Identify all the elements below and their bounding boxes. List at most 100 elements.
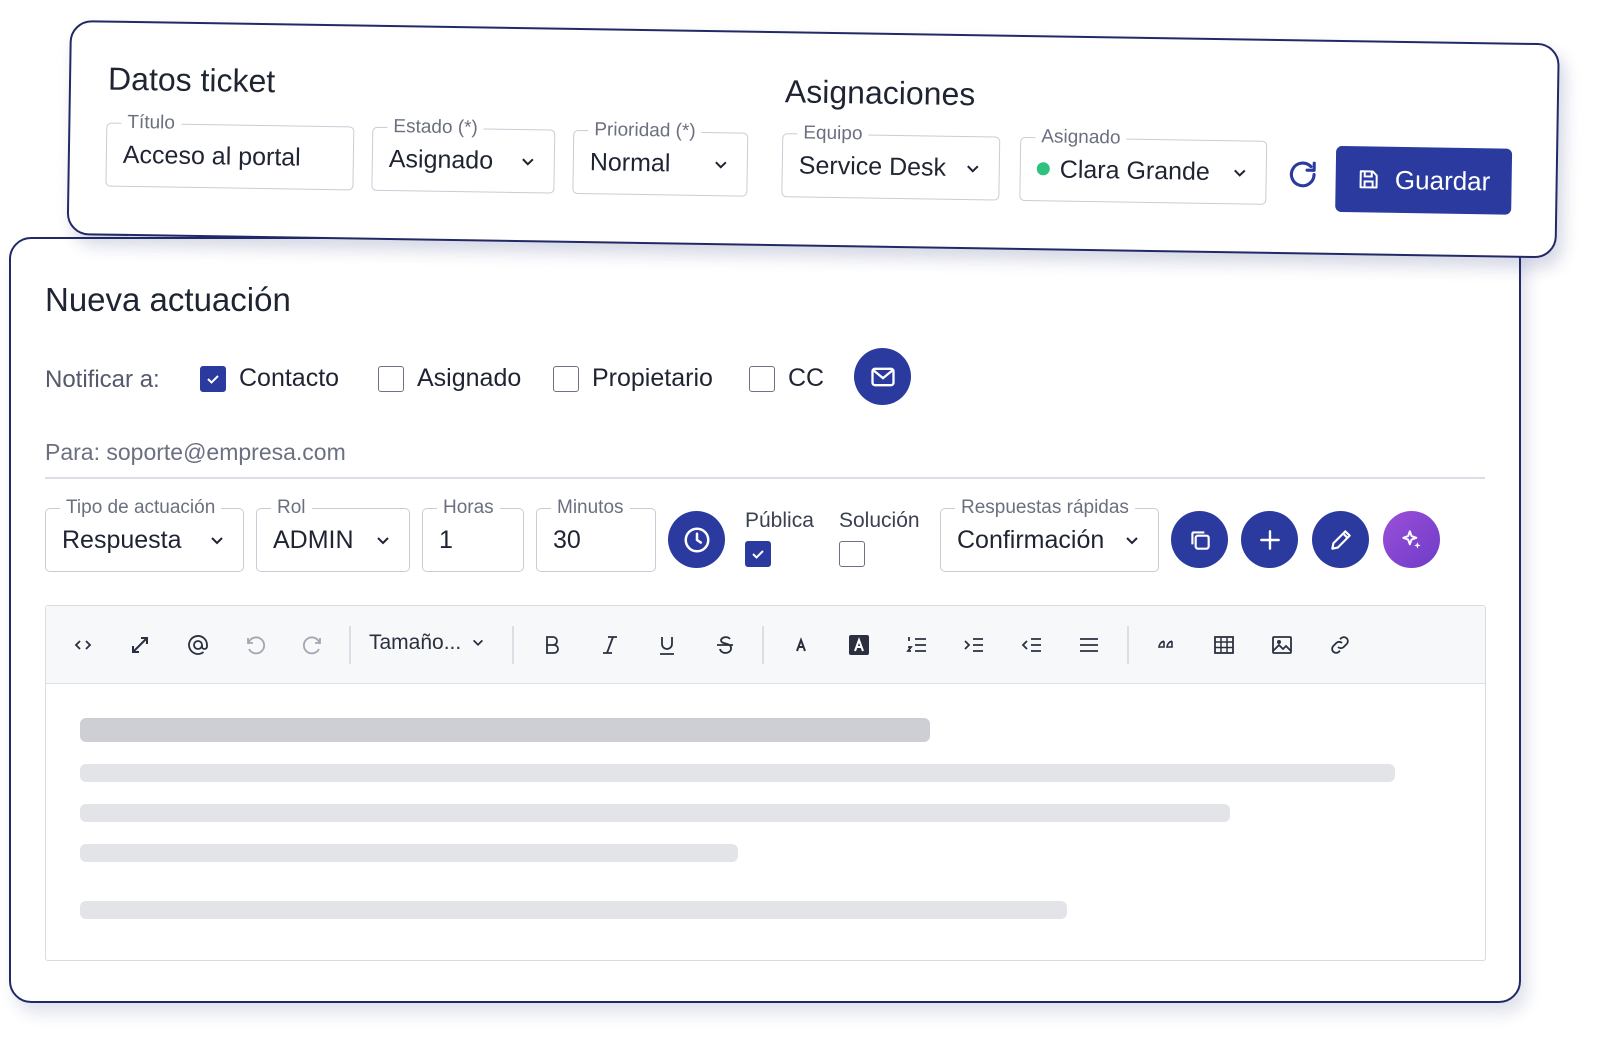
titulo-label: Título [121,111,182,135]
mail-icon [870,367,895,386]
prioridad-value: Normal [589,148,671,178]
font-color-icon[interactable] [788,632,814,658]
save-icon [1359,170,1379,189]
tipo-select[interactable]: Tipo de actuación Respuesta [45,497,244,572]
editor-toolbar: Tamaño... [46,606,1485,684]
asignado-label: Asignado [1035,126,1127,150]
redo-icon[interactable] [300,632,326,658]
checkbox[interactable] [749,365,775,392]
underline-icon[interactable] [654,632,680,658]
sparkle-icon [1401,529,1421,549]
bold-icon[interactable] [539,632,565,658]
ordered-list-icon[interactable] [904,632,930,658]
respuestas-value: Confirmación [957,526,1105,554]
pencil-icon [1330,529,1351,550]
rol-select[interactable]: Rol ADMIN [256,497,410,572]
solucion-checkbox[interactable] [839,541,865,567]
content-placeholder-line [80,844,738,862]
notify-option-label: Asignado [417,364,522,392]
font-size-select[interactable]: Tamaño... [369,631,485,655]
content-placeholder-line [80,804,1230,822]
align-icon[interactable] [1076,632,1102,658]
checkbox[interactable] [553,365,579,392]
undo-icon[interactable] [242,632,268,658]
minutos-label: Minutos [551,497,630,519]
link-icon[interactable] [1327,632,1353,658]
horas-value: 1 [439,526,453,554]
code-icon[interactable] [70,632,96,658]
save-button[interactable]: Guardar [1335,145,1513,215]
clock-icon [684,527,709,552]
rol-label: Rol [271,497,312,519]
quote-icon[interactable] [1154,632,1180,658]
publica-label: Pública [745,509,814,532]
estado-value: Asignado [388,145,494,175]
add-button[interactable] [1241,511,1298,568]
strikethrough-icon[interactable] [712,632,738,658]
chevron-down-icon [715,161,727,169]
content-placeholder-line [80,901,1067,919]
para-recipient: Para: soporte@empresa.com [45,439,346,465]
tipo-label: Tipo de actuación [60,497,222,519]
solucion-label: Solución [839,509,920,532]
ai-assist-button[interactable] [1383,511,1440,568]
chevron-down-icon [211,537,223,545]
copy-icon [1190,530,1210,550]
indent-icon[interactable] [961,632,987,658]
toolbar-divider [512,626,514,664]
save-label: Guardar [1394,164,1491,196]
equipo-select[interactable]: Equipo Service Desk [781,122,1001,201]
toolbar-divider [349,626,351,664]
ticket-data-card: Datos ticket Título Acceso al portal Est… [66,20,1560,259]
chevron-down-icon [377,537,389,545]
rich-text-editor[interactable]: Tamaño... [45,605,1486,961]
respuestas-select[interactable]: Respuestas rápidas Confirmación [940,497,1159,572]
asignado-select[interactable]: Asignado Clara Grande [1019,126,1268,205]
notify-option-label: Propietario [592,364,713,392]
notify-asignado[interactable]: Asignado [378,364,521,393]
publica-checkbox[interactable] [745,541,771,567]
minutos-input[interactable]: Minutos 30 [536,497,656,572]
italic-icon[interactable] [597,632,623,658]
minutos-value: 30 [553,526,581,554]
notify-propietario[interactable]: Propietario [553,364,713,393]
copy-button[interactable] [1171,511,1228,568]
send-email-button[interactable] [854,348,911,405]
refresh-icon[interactable] [1285,157,1320,192]
image-icon[interactable] [1269,632,1295,658]
prioridad-select[interactable]: Prioridad (*) Normal [572,119,749,197]
estado-select[interactable]: Estado (*) Asignado [371,115,556,194]
chevron-down-icon [522,158,534,166]
chevron-down-icon [473,639,484,646]
check-icon [752,550,764,559]
divider [45,477,1485,479]
asignado-name: Clara Grande [1059,155,1211,186]
timer-button[interactable] [668,511,725,568]
table-icon[interactable] [1211,632,1237,658]
tipo-value: Respuesta [62,526,182,554]
ticket-heading: Datos ticket [107,60,276,100]
plus-icon [1259,529,1280,550]
respuestas-label: Respuestas rápidas [955,497,1135,519]
asignado-value: Clara Grande [1036,155,1211,187]
actuacion-heading: Nueva actuación [45,281,291,318]
estado-label: Estado (*) [387,115,485,140]
notify-cc[interactable]: CC [749,364,824,393]
prioridad-label: Prioridad (*) [588,119,702,143]
check-icon [207,374,219,384]
expand-icon[interactable] [127,632,153,658]
titulo-field[interactable]: Título Acceso al portal [105,111,355,191]
horas-input[interactable]: Horas 1 [422,497,524,572]
highlight-icon[interactable] [846,632,872,658]
checkbox[interactable] [378,365,404,392]
outdent-icon[interactable] [1019,632,1045,658]
equipo-label: Equipo [797,122,869,146]
equipo-value: Service Desk [798,151,947,182]
horas-label: Horas [437,497,500,519]
mention-icon[interactable] [185,632,211,658]
checkbox-checked[interactable] [200,365,226,392]
edit-button[interactable] [1312,511,1369,568]
font-size-label: Tamaño... [369,631,462,654]
notify-contacto[interactable]: Contacto [200,364,339,393]
content-placeholder-line [80,764,1395,782]
